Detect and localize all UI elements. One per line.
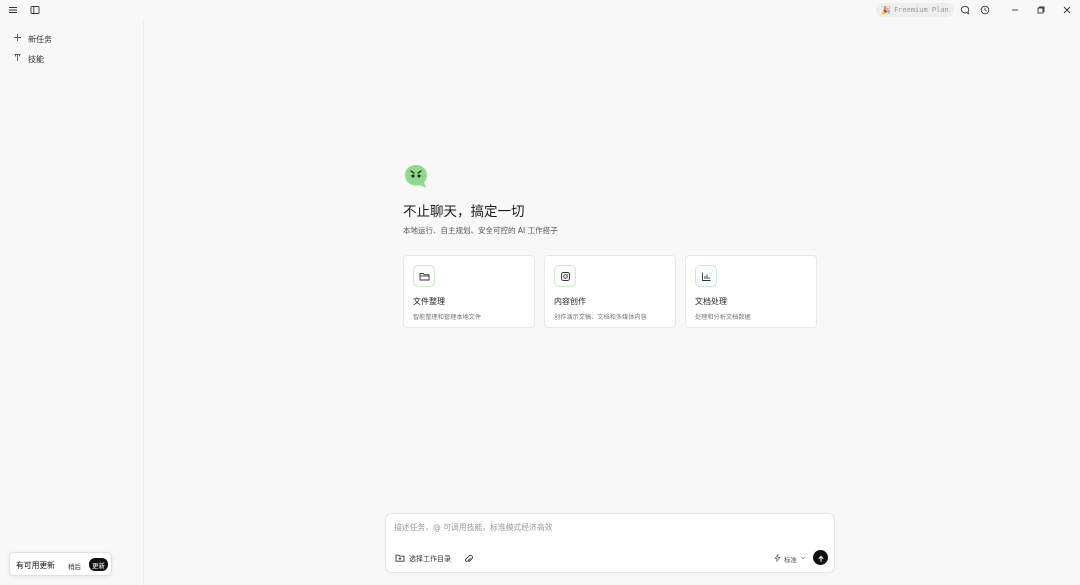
menu-icon[interactable] <box>6 3 20 17</box>
card-document-processing[interactable]: 文档处理 处理和分析文档数据 <box>685 255 817 328</box>
mode-label: 标准 <box>784 556 797 564</box>
card-file-organize[interactable]: 文件整理 智能整理和管理本地文件 <box>403 255 535 328</box>
party-popper-icon: 🎉 <box>881 5 891 15</box>
minimize-icon[interactable] <box>1008 3 1022 17</box>
update-text: 有可用更新 <box>16 561 55 570</box>
close-icon[interactable] <box>1060 3 1074 17</box>
restore-icon[interactable] <box>1034 3 1048 17</box>
clock-icon[interactable] <box>978 3 992 17</box>
card-desc: 智能整理和管理本地文件 <box>413 314 482 321</box>
plan-badge[interactable]: 🎉 Freemium Plan <box>876 3 954 17</box>
card-desc: 处理和分析文档数据 <box>695 314 751 321</box>
workdir-label: 选择工作目录 <box>409 555 451 563</box>
paperclip-icon[interactable] <box>464 552 476 566</box>
camera-icon <box>554 265 576 287</box>
chat-icon[interactable] <box>958 3 972 17</box>
sidebar-item-label: 新任务 <box>28 34 52 44</box>
select-workdir-button[interactable]: 选择工作目录 <box>395 552 451 566</box>
arrow-up-icon <box>817 548 825 567</box>
plus-icon <box>12 33 22 45</box>
task-input[interactable]: 描述任务，@ 可调用技能，标准模式经济高效 <box>394 522 552 533</box>
bar-chart-icon <box>695 265 717 287</box>
mode-select[interactable]: 标准 <box>774 552 806 566</box>
skill-icon <box>12 53 22 65</box>
page-title: 不止聊天，搞定一切 <box>403 204 525 220</box>
title-bar: 🎉 Freemium Plan <box>0 0 1080 20</box>
card-title: 文件整理 <box>413 297 445 306</box>
update-button[interactable]: 更新 <box>89 558 108 571</box>
plan-label: Freemium Plan <box>893 6 949 14</box>
folder-icon <box>413 265 435 287</box>
chevron-down-icon <box>800 555 806 563</box>
sidebar-toggle-icon[interactable] <box>28 3 42 17</box>
card-desc: 创作演示文稿、文档和多媒体内容 <box>554 314 647 321</box>
card-content-creation[interactable]: 内容创作 创作演示文稿、文档和多媒体内容 <box>544 255 676 328</box>
card-title: 文档处理 <box>695 297 727 306</box>
later-button[interactable]: 稍后 <box>68 561 81 571</box>
send-button[interactable] <box>813 550 828 565</box>
task-composer[interactable]: 描述任务，@ 可调用技能，标准模式经济高效 选择工作目录 标准 <box>385 513 835 573</box>
sidebar-item-new-task[interactable]: 新任务 <box>12 32 52 46</box>
sidebar: 新任务 技能 <box>0 20 144 585</box>
sidebar-item-skills[interactable]: 技能 <box>12 52 44 66</box>
page-subtitle: 本地运行、自主规划、安全可控的 AI 工作搭子 <box>403 226 558 235</box>
app-logo <box>403 163 430 189</box>
folder-plus-icon <box>395 553 405 565</box>
update-toast: 有可用更新 稍后 更新 <box>9 552 112 576</box>
lightning-icon <box>774 553 781 564</box>
sidebar-item-label: 技能 <box>28 54 44 64</box>
card-title: 内容创作 <box>554 297 586 306</box>
